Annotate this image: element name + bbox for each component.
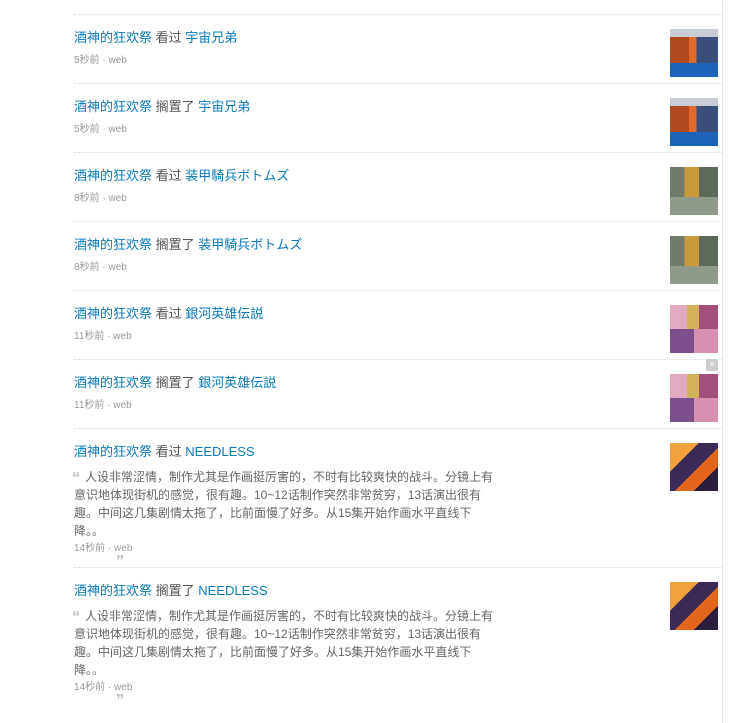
timestamp: 8秒前 [74,262,100,273]
source-label: web [108,55,127,66]
item-headline: 酒神的狂欢祭 看过 NEEDLESS [74,443,255,461]
meta-separator: · [107,682,112,693]
user-link[interactable]: 酒神的狂欢祭 [74,375,152,390]
timestamp: 5秒前 [74,55,100,66]
item-meta: 11秒前 · web [74,400,132,412]
timestamp: 11秒前 [74,400,105,411]
close-quote-icon: ” [116,692,124,709]
subject-link[interactable]: 装甲騎兵ボトムズ [185,168,289,183]
meta-separator: · [102,262,106,273]
timestamp: 8秒前 [74,193,100,204]
source-label: web [108,124,127,135]
subject-thumbnail[interactable] [670,29,718,77]
timeline-item: 酒神的狂欢祭 搁置了 装甲騎兵ボトムズ 8秒前 · web [74,222,722,291]
source-label: web [113,400,132,411]
subject-link[interactable]: 宇宙兄弟 [185,30,237,45]
subject-link[interactable]: 銀河英雄伝説 [185,306,263,321]
subject-link[interactable]: NEEDLESS [185,444,254,459]
timestamp: 14秒前 [74,543,106,554]
timeline-item: 酒神的狂欢祭 搁置了 NEEDLESS “ 人设非常涩情，制作尤其是作画挺厉害的… [72,568,722,709]
timestamp: 11秒前 [74,331,105,342]
action-text: 看过 [155,30,182,45]
item-headline: 酒神的狂欢祭 看过 銀河英雄伝説 [74,305,263,323]
comment-block: “ 人设非常涩情，制作尤其是作画挺厉害的，不时有比较爽快的战斗。分镜上有意识地体… [72,607,494,709]
action-text: 搁置了 [155,583,195,598]
meta-separator: · [102,193,106,204]
meta-separator: · [102,124,106,135]
timestamp: 5秒前 [74,124,100,135]
timeline-list: 酒神的狂欢祭 看过 宇宙兄弟 5秒前 · web 酒神的狂欢祭 搁置了 宇宙兄弟… [72,15,722,709]
open-quote-icon: “ [72,609,80,626]
timeline-item: 酒神的狂欢祭 看过 宇宙兄弟 5秒前 · web [74,15,722,84]
action-text: 搁置了 [155,99,195,114]
source-label: web [108,262,127,273]
subject-thumbnail[interactable] [670,98,718,146]
item-meta: 8秒前 · web [74,193,127,205]
timeline-item: 酒神的狂欢祭 看过 NEEDLESS “ 人设非常涩情，制作尤其是作画挺厉害的，… [72,429,722,570]
item-meta: 5秒前 · web [74,55,127,67]
source-label: web [114,682,133,693]
subject-link[interactable]: 装甲騎兵ボトムズ [198,237,302,252]
timestamp: 14秒前 [74,682,106,693]
item-headline: 酒神的狂欢祭 搁置了 宇宙兄弟 [74,98,250,116]
user-link[interactable]: 酒神的狂欢祭 [74,583,152,598]
subject-thumbnail[interactable] [670,443,718,491]
subject-thumbnail[interactable] [670,236,718,284]
action-text: 搁置了 [155,237,195,252]
item-meta: 5秒前 · web [74,124,127,136]
item-meta: 11秒前 · web [74,331,132,343]
meta-separator: · [107,331,111,342]
item-meta: 14秒前 · web [74,543,132,555]
action-text: 搁置了 [155,375,195,390]
subject-thumbnail[interactable] [670,167,718,215]
action-text: 看过 [155,306,182,321]
source-label: web [113,331,132,342]
meta-separator: · [107,400,111,411]
timeline-item: 酒神的狂欢祭 看过 装甲騎兵ボトムズ 8秒前 · web [74,153,722,222]
user-link[interactable]: 酒神的狂欢祭 [74,237,152,252]
open-quote-icon: “ [72,470,80,487]
action-text: 看过 [155,168,182,183]
item-meta: 14秒前 · web [74,682,132,694]
meta-separator: · [107,543,112,554]
subject-link[interactable]: 宇宙兄弟 [198,99,250,114]
comment-text: 人设非常涩情，制作尤其是作画挺厉害的，不时有比较爽快的战斗。分镜上有意识地体现街… [74,609,494,677]
item-headline: 酒神的狂欢祭 搁置了 NEEDLESS [74,582,268,600]
close-icon[interactable]: × [706,359,718,371]
comment-block: “ 人设非常涩情，制作尤其是作画挺厉害的，不时有比较爽快的战斗。分镜上有意识地体… [72,468,494,570]
user-link[interactable]: 酒神的狂欢祭 [74,30,152,45]
subject-thumbnail[interactable] [670,582,718,630]
subject-link[interactable]: NEEDLESS [198,583,267,598]
item-headline: 酒神的狂欢祭 看过 装甲騎兵ボトムズ [74,167,289,185]
user-link[interactable]: 酒神的狂欢祭 [74,306,152,321]
user-link[interactable]: 酒神的狂欢祭 [74,99,152,114]
timeline-item: 酒神的狂欢祭 看过 銀河英雄伝説 11秒前 · web [74,291,722,360]
source-label: web [108,193,127,204]
item-headline: 酒神的狂欢祭 看过 宇宙兄弟 [74,29,237,47]
action-text: 看过 [155,444,182,459]
item-headline: 酒神的狂欢祭 搁置了 銀河英雄伝説 [74,374,276,392]
timeline-item: 酒神的狂欢祭 搁置了 銀河英雄伝説 11秒前 · web [74,360,722,429]
item-meta: 8秒前 · web [74,262,127,274]
user-link[interactable]: 酒神的狂欢祭 [74,168,152,183]
subject-thumbnail[interactable] [670,305,718,353]
subject-link[interactable]: 銀河英雄伝説 [198,375,276,390]
subject-thumbnail[interactable] [670,374,718,422]
comment-text: 人设非常涩情，制作尤其是作画挺厉害的，不时有比较爽快的战斗。分镜上有意识地体现街… [74,470,494,538]
timeline-item: 酒神的狂欢祭 搁置了 宇宙兄弟 5秒前 · web [74,84,722,153]
meta-separator: · [102,55,106,66]
source-label: web [114,543,133,554]
user-link[interactable]: 酒神的狂欢祭 [74,444,152,459]
page-right-border [722,0,723,723]
item-headline: 酒神的狂欢祭 搁置了 装甲騎兵ボトムズ [74,236,302,254]
